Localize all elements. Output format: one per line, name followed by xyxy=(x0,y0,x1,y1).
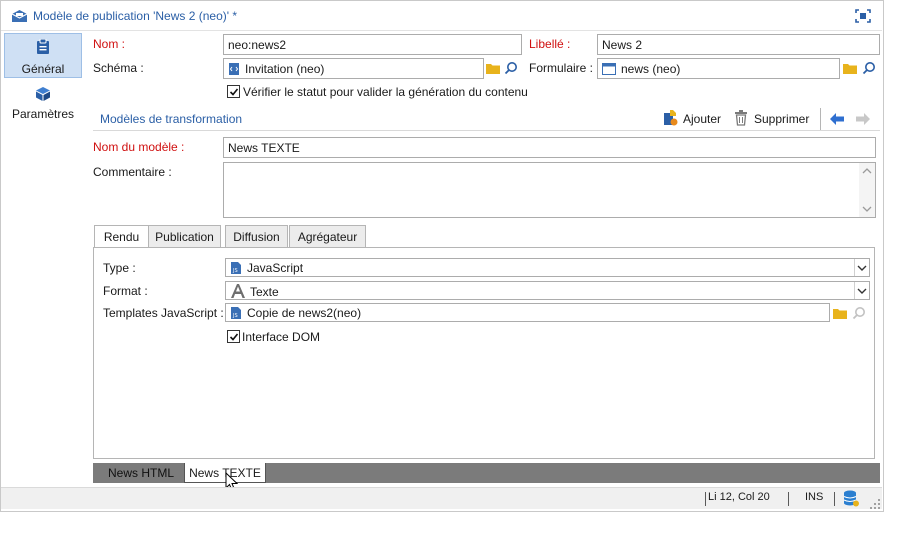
comment-scrollbar[interactable] xyxy=(859,163,875,217)
database-icon[interactable] xyxy=(843,490,859,510)
format-value: Texte xyxy=(250,285,279,299)
text-format-icon xyxy=(230,284,246,298)
publication-icon xyxy=(11,9,28,26)
tab-news-html[interactable]: News HTML xyxy=(101,463,181,483)
javascript-file-icon: JS xyxy=(230,307,242,319)
type-value: JavaScript xyxy=(247,261,304,275)
tab-rendu[interactable]: Rendu xyxy=(94,225,149,249)
folder-icon[interactable] xyxy=(486,62,500,77)
formulaire-field[interactable]: news (neo) xyxy=(597,58,840,79)
add-label: Ajouter xyxy=(683,112,722,126)
transform-section-title: Modèles de transformation xyxy=(100,112,243,126)
schema-label: Schéma : xyxy=(93,61,144,75)
status-separator xyxy=(834,492,835,506)
schema-value: Invitation (neo) xyxy=(245,62,325,76)
dom-interface-label: Interface DOM xyxy=(242,330,321,344)
chevron-down-icon[interactable] xyxy=(854,259,869,276)
tab-diffusion[interactable]: Diffusion xyxy=(225,225,288,248)
verify-status-checkbox[interactable] xyxy=(227,85,240,98)
add-icon xyxy=(662,109,678,129)
transform-model-tabs: News HTML News TEXTE xyxy=(93,463,880,483)
sidebar-item-label: Paramètres xyxy=(11,107,75,121)
resize-grip-icon[interactable] xyxy=(870,498,880,512)
libelle-label: Libellé : xyxy=(529,37,571,51)
model-name-label: Nom du modèle : xyxy=(93,140,185,154)
cube-icon xyxy=(35,86,51,105)
delete-label: Supprimer xyxy=(754,112,810,126)
sidebar-item-label: Général xyxy=(21,62,65,76)
templates-value: Copie de news2(neo) xyxy=(247,306,362,320)
cursor-position: Li 12, Col 20 xyxy=(708,491,770,503)
schema-icon xyxy=(228,63,240,75)
search-icon[interactable] xyxy=(504,61,518,78)
model-name-input[interactable]: News TEXTE xyxy=(223,137,876,158)
rendu-tab-panel xyxy=(93,247,875,459)
window-title: Modèle de publication 'News 2 (neo)' * xyxy=(33,9,238,23)
search-icon[interactable] xyxy=(852,306,866,323)
verify-status-label: Vérifier le statut pour valider la génér… xyxy=(243,85,528,99)
nom-input[interactable]: neo:news2 xyxy=(223,34,522,55)
formulaire-value: news (neo) xyxy=(621,62,681,76)
status-separator xyxy=(788,492,789,506)
comment-label: Commentaire : xyxy=(93,165,172,179)
format-select[interactable]: Texte xyxy=(225,281,870,300)
tab-agregateur[interactable]: Agrégateur xyxy=(289,225,366,248)
insert-mode: INS xyxy=(805,491,824,503)
trash-icon xyxy=(734,109,748,129)
schema-field[interactable]: Invitation (neo) xyxy=(223,58,484,79)
arrow-left-icon[interactable] xyxy=(829,112,845,129)
type-select[interactable]: JS JavaScript xyxy=(225,258,870,277)
folder-icon[interactable] xyxy=(833,307,847,322)
svg-text:JS: JS xyxy=(232,268,238,274)
comment-textarea[interactable] xyxy=(223,162,876,218)
sidebar-item-parametres[interactable]: Paramètres xyxy=(4,82,82,127)
status-separator xyxy=(705,492,706,506)
type-label: Type : xyxy=(103,261,136,275)
nom-label: Nom : xyxy=(93,37,126,51)
tab-publication[interactable]: Publication xyxy=(148,225,221,248)
delete-button[interactable]: Supprimer xyxy=(734,109,810,129)
svg-text:JS: JS xyxy=(232,313,238,319)
toolbar-divider xyxy=(820,108,821,130)
chevron-down-icon[interactable] xyxy=(854,282,869,299)
formulaire-label: Formulaire : xyxy=(529,61,594,75)
folder-icon[interactable] xyxy=(843,62,857,77)
maximize-icon[interactable] xyxy=(855,9,871,26)
javascript-file-icon: JS xyxy=(230,262,242,274)
format-label: Format : xyxy=(103,284,148,298)
libelle-input[interactable]: News 2 xyxy=(597,34,880,55)
clipboard-icon xyxy=(36,38,50,58)
search-icon[interactable] xyxy=(862,61,876,78)
add-button[interactable]: Ajouter xyxy=(662,109,722,129)
dom-interface-checkbox[interactable] xyxy=(227,330,240,343)
arrow-right-icon[interactable] xyxy=(855,112,871,129)
form-window-icon xyxy=(602,63,616,75)
sidebar-item-general[interactable]: Général xyxy=(4,33,82,78)
templates-label: Templates JavaScript : xyxy=(103,306,224,320)
templates-field[interactable]: JS Copie de news2(neo) xyxy=(225,303,830,322)
